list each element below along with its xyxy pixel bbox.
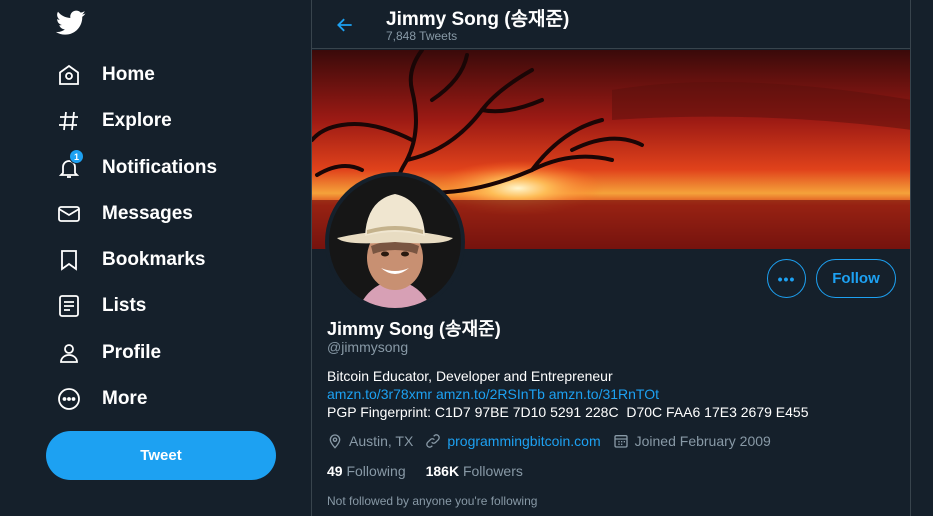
more-options-button[interactable]: ••• <box>767 259 806 298</box>
link-icon <box>426 434 441 448</box>
sidebar-item-explore[interactable]: Explore <box>46 99 182 143</box>
sidebar: Home Explore 1 Notifications Messages Bo… <box>0 0 311 516</box>
following-stat[interactable]: 49 Following <box>327 463 406 479</box>
bio-pgp: PGP Fingerprint: C1D7 97BE 7D10 5291 228… <box>327 404 809 420</box>
profile-meta: Austin, TX programmingbitcoin.com Joined… <box>327 433 783 449</box>
profile-name: Jimmy Song (송재준) <box>327 319 501 339</box>
sidebar-item-bookmarks[interactable]: Bookmarks <box>46 238 216 282</box>
website: programmingbitcoin.com <box>425 433 601 449</box>
sidebar-item-label: Home <box>102 64 155 85</box>
person-icon <box>56 340 82 366</box>
sidebar-item-label: Notifications <box>102 157 218 178</box>
sidebar-item-home[interactable]: Home <box>46 53 165 97</box>
website-link[interactable]: programmingbitcoin.com <box>447 433 600 449</box>
page-title: Jimmy Song (송재준) <box>386 9 570 30</box>
twitter-bird-icon[interactable] <box>55 10 86 36</box>
joined-date: Joined February 2009 <box>613 433 771 449</box>
hashtag-icon <box>56 108 82 134</box>
not-followed-note: Not followed by anyone you're following <box>327 494 538 508</box>
follow-button[interactable]: Follow <box>816 259 896 298</box>
bio-links: amzn.to/3r78xmr amzn.to/2RSInTb amzn.to/… <box>327 385 907 403</box>
followers-label: Followers <box>462 463 523 479</box>
profile-header: Jimmy Song (송재준) 7,848 Tweets <box>312 0 910 49</box>
bio-link[interactable]: amzn.to/31RnTOt <box>549 386 659 402</box>
location-text: Austin, TX <box>349 433 414 449</box>
back-arrow-icon[interactable] <box>330 10 360 40</box>
sidebar-item-label: More <box>102 388 148 409</box>
profile-column: Jimmy Song (송재준) 7,848 Tweets ••• Follow… <box>311 0 911 516</box>
calendar-icon <box>613 435 628 448</box>
profile-handle: @jimmysong <box>327 339 409 355</box>
list-icon <box>56 293 82 319</box>
more-circle-icon <box>56 386 82 412</box>
following-count: 49 <box>327 463 343 479</box>
sidebar-item-lists[interactable]: Lists <box>46 284 156 328</box>
bookmark-icon <box>56 247 82 273</box>
sidebar-item-label: Bookmarks <box>102 249 206 270</box>
location-pin-icon <box>329 434 341 449</box>
sidebar-item-label: Profile <box>102 342 162 363</box>
tweet-count: 7,848 Tweets <box>386 29 458 43</box>
sidebar-item-messages[interactable]: Messages <box>46 192 203 236</box>
tweet-button[interactable]: Tweet <box>46 431 276 480</box>
profile-bio: Bitcoin Educator, Developer and Entrepre… <box>327 367 907 421</box>
bell-icon: 1 <box>56 149 84 181</box>
follow-stats: 49 Following 186K Followers <box>327 463 543 479</box>
followers-stat[interactable]: 186K Followers <box>426 463 523 479</box>
sidebar-item-label: Explore <box>102 110 172 131</box>
bio-link[interactable]: amzn.to/3r78xmr <box>327 386 432 402</box>
location: Austin, TX <box>327 433 413 449</box>
sidebar-item-notifications[interactable]: 1 Notifications <box>46 146 227 190</box>
notification-badge: 1 <box>69 149 84 164</box>
joined-text: Joined February 2009 <box>634 433 771 449</box>
following-label: Following <box>346 463 406 479</box>
followers-count: 186K <box>425 463 460 479</box>
sidebar-item-more[interactable]: More <box>46 377 157 421</box>
bio-link[interactable]: amzn.to/2RSInTb <box>436 386 545 402</box>
sidebar-item-profile[interactable]: Profile <box>46 331 171 375</box>
avatar[interactable] <box>325 172 465 312</box>
home-icon <box>56 62 82 88</box>
envelope-icon <box>56 201 82 227</box>
app: Home Explore 1 Notifications Messages Bo… <box>0 0 933 516</box>
sidebar-item-label: Lists <box>102 295 147 316</box>
bio-text: Bitcoin Educator, Developer and Entrepre… <box>327 368 613 384</box>
sidebar-item-label: Messages <box>102 203 193 224</box>
